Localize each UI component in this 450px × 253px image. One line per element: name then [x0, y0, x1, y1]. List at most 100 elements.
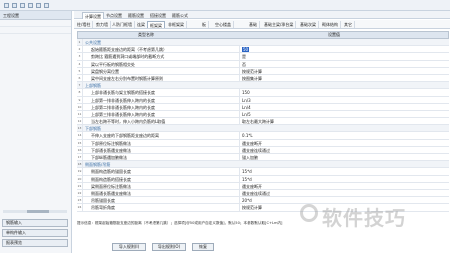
setting-name: 梁以平行板的钢筋相交处 — [91, 61, 135, 67]
tab-stirrup-formula[interactable]: 箍筋公式 — [170, 12, 190, 19]
section-row[interactable]: 13 下部钢筋 — [77, 125, 449, 133]
setting-value-cell[interactable]: 否 — [239, 60, 449, 68]
setting-value-cell[interactable]: 按规范计算 — [239, 67, 449, 75]
single-member-input-button[interactable]: 单构件输入 — [2, 229, 68, 237]
setting-value-cell[interactable]: 遇支座断开 — [239, 182, 449, 190]
col-header-name: 类型名称 — [138, 32, 154, 37]
table-row[interactable]: 9 上部第一排非通长筋伸入跨内的长度 Ln/3 — [77, 96, 449, 104]
tab-masonry[interactable]: 砌体结构 — [320, 21, 341, 28]
tab-other[interactable]: 其它 — [342, 21, 355, 28]
table-row[interactable]: 19 侧面构造筋的锚固长度 15*d — [77, 168, 449, 176]
setting-value-cell[interactable]: Ln/3 — [239, 96, 449, 104]
tab-foundation-main-beam[interactable]: 基础主梁/承台梁 — [262, 21, 297, 28]
tab-slab[interactable]: 板 — [200, 21, 209, 28]
setting-value-cell[interactable]: 15*d — [239, 175, 449, 183]
export-rules-button[interactable]: 导出规则(O) — [152, 243, 186, 251]
table-row[interactable]: 6 梁中间支座左右分别布置时钢筋计算原则 按图集计算 — [77, 74, 449, 83]
setting-value-cell[interactable]: Ln/5 — [239, 110, 449, 118]
setting-value-cell[interactable]: 遇支座断开 — [239, 139, 449, 147]
rebar-input-button[interactable]: 钢筋输入 — [2, 219, 68, 227]
toolbar-icon-redo[interactable] — [36, 3, 41, 8]
setting-name: 梁盘钢分离位置 — [91, 68, 119, 74]
table-row[interactable]: 22 侧面通长筋遇支座做法 遇支座连续通过 — [77, 189, 449, 198]
table-row[interactable]: 5 梁盘钢分离位置 按规范计算 — [77, 67, 449, 75]
setting-value-cell[interactable]: 遇支座连续通过 — [239, 189, 449, 197]
left-panel: 工程设置 钢筋输入 单构件输入 报表预览 — [0, 11, 72, 253]
row-number: 13 — [77, 125, 83, 133]
row-number: 19 — [77, 168, 83, 176]
setting-value: 遇支座断开 — [242, 140, 262, 146]
tab-non-frame-beam[interactable]: 非框架梁 — [166, 21, 187, 28]
left-panel-scrollbar[interactable] — [3, 210, 67, 213]
table-row[interactable]: 16 下部通长筋遇支座做法 遇支座连续通过 — [77, 146, 449, 154]
row-number: 23 — [77, 197, 83, 205]
row-number: 8 — [77, 89, 83, 97]
toolbar-icon-save[interactable] — [20, 3, 25, 8]
row-number: 6 — [77, 74, 83, 82]
tab-foundation-secondary-beam[interactable]: 基础次梁 — [298, 21, 319, 28]
table-row[interactable]: 20 侧面构造筋的搭接长度 15*d — [77, 175, 449, 183]
table-row[interactable]: 12 当左右跨不等时，伸入小跨内负筋的L取值 取左右最大跨计算 — [77, 118, 449, 126]
setting-value-cell[interactable]: 50 — [239, 46, 449, 54]
top-toolbar — [0, 0, 450, 11]
table-row[interactable]: 14 不伸入支座的下部钢筋距支座边的距离 0.1*L — [77, 132, 449, 140]
setting-value-cell[interactable]: 按图集计算 — [239, 74, 449, 82]
setting-name: 侧面构造筋的搭接长度 — [91, 176, 131, 182]
setting-value: 150 — [242, 90, 250, 96]
toolbar-icon-open[interactable] — [12, 3, 17, 8]
tab-stirrup-settings[interactable]: 箍筋设置 — [126, 12, 146, 19]
section-label: 侧面钢筋/吊筋 — [85, 162, 111, 168]
setting-value: 遇支座连续通过 — [242, 190, 270, 196]
setting-value: 15*d — [242, 169, 252, 175]
setting-name: 上部非通长筋与架立钢筋的搭接长度 — [91, 90, 155, 96]
setting-value-cell[interactable]: 150 — [239, 89, 449, 97]
setting-name: 上部第一排非通长筋伸入跨内的长度 — [91, 97, 155, 103]
setting-name: 当左右跨不等时，伸入小跨内负筋的L取值 — [91, 119, 166, 125]
setting-value: 遇支座断开 — [242, 183, 262, 189]
tab-shear-wall[interactable]: 剪力墙 — [94, 21, 111, 28]
col-header-value: 设置值 — [328, 32, 340, 37]
section-row[interactable]: 1 公共设置 — [77, 39, 449, 47]
tab-splice-settings[interactable]: 搭接设置 — [148, 12, 168, 19]
tab-foundation[interactable]: 基础 — [247, 21, 260, 28]
table-row[interactable]: 17 下部纵筋遇加腋做法 锚入加腋 — [77, 154, 449, 162]
section-row[interactable]: 18 侧面钢筋/吊筋 — [77, 161, 449, 169]
row-number: 21 — [77, 182, 83, 190]
table-row[interactable]: 21 梁侧面原位标注筋做法 遇支座断开 — [77, 182, 449, 190]
restore-button[interactable]: 恢复 — [192, 243, 214, 251]
tab-column[interactable]: 柱/墙柱 — [75, 21, 94, 28]
table-row[interactable]: 8 上部非通长筋与架立钢筋的搭接长度 150 — [77, 89, 449, 97]
setting-value-cell[interactable]: 15*d — [239, 168, 449, 176]
tab-civil-defense-door[interactable]: 人防门框墙 — [110, 21, 135, 28]
table-row[interactable]: 10 上部第二排非通长筋伸入跨内的长度 Ln/4 — [77, 103, 449, 111]
setting-value-cell[interactable]: 取左右最大跨计算 — [239, 118, 449, 126]
toolbar-icon-undo[interactable] — [28, 3, 33, 8]
toolbar-icon-new[interactable] — [4, 3, 9, 8]
row-number: 11 — [77, 110, 83, 118]
row-number: 4 — [77, 60, 83, 68]
tab-frame-beam[interactable]: 框架梁 — [147, 21, 165, 28]
setting-value-cell[interactable]: Ln/4 — [239, 103, 449, 111]
table-row[interactable]: 2 起始箍筋距支座边的距离（不考虑第几跳） 50 — [77, 46, 449, 54]
setting-value-cell[interactable]: 0.1*L — [239, 132, 449, 140]
table-row[interactable]: 4 梁以平行板的钢筋相交处 否 — [77, 60, 449, 68]
section-row[interactable]: 7 上部钢筋 — [77, 82, 449, 90]
setting-value: 按规范计算 — [242, 205, 262, 211]
table-row[interactable]: 15 下部原位标注钢筋做法 遇支座断开 — [77, 139, 449, 147]
row-number: 3 — [77, 53, 83, 61]
setting-value-cell[interactable]: 是 — [239, 53, 449, 61]
row-number: 9 — [77, 96, 83, 104]
tab-hollow-floor[interactable]: 空心楼盖 — [213, 21, 234, 28]
toolbar-icon-settings[interactable] — [44, 3, 49, 8]
tab-node-settings[interactable]: 节点设置 — [104, 12, 124, 19]
report-preview-button[interactable]: 报表预览 — [2, 239, 68, 247]
row-number: 12 — [77, 118, 83, 126]
row-number: 5 — [77, 67, 83, 75]
import-rules-button[interactable]: 导入规则(I) — [112, 243, 146, 251]
tab-calc-settings[interactable]: 计算设置 — [82, 12, 104, 19]
table-row[interactable]: 3 剪跨比 箍筋遇到洞口或端部时的截断方式 是 — [77, 53, 449, 61]
setting-value-cell[interactable]: 锚入加腋 — [239, 154, 449, 161]
setting-value-cell[interactable]: 遇支座连续通过 — [239, 146, 449, 154]
table-row[interactable]: 11 上部第三排非通长筋伸入跨内的长度 Ln/5 — [77, 110, 449, 119]
setting-name: 不伸入支座的下部钢筋距支座边的距离 — [91, 133, 159, 139]
